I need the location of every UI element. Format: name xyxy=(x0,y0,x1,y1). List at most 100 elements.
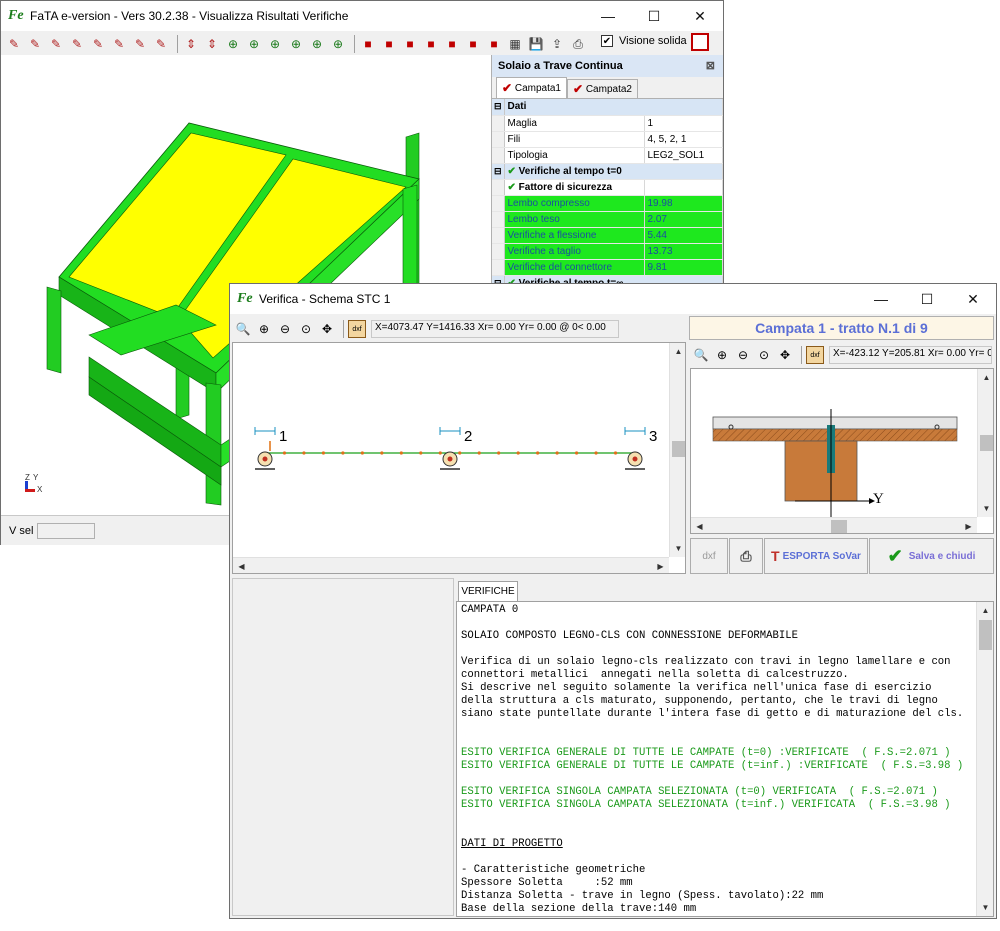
verify-window-title: Verifica - Schema STC 1 xyxy=(259,292,391,306)
pan-icon[interactable]: ✥ xyxy=(318,320,336,338)
property-row[interactable]: Verifiche a taglio 13.73 xyxy=(492,243,723,260)
select-beam-icon[interactable]: ✎ xyxy=(5,35,23,53)
minimize-icon[interactable]: — xyxy=(585,1,631,31)
property-row[interactable]: Fili 4, 5, 2, 1 xyxy=(492,131,723,148)
section-title-box: Campata 1 - tratto N.1 di 9 xyxy=(689,316,994,340)
view-left-icon[interactable]: ■ xyxy=(401,35,419,53)
zoom-in-icon[interactable]: ⊕ xyxy=(713,346,731,364)
support-2-icon xyxy=(439,427,461,470)
zoom-window-icon[interactable]: ⊕ xyxy=(224,35,242,53)
property-key: Verifiche del connettore xyxy=(504,259,645,276)
view-iso-icon[interactable]: ■ xyxy=(464,35,482,53)
select-node-icon[interactable]: ✎ xyxy=(47,35,65,53)
zoom-tool-icon[interactable]: ⊕ xyxy=(266,35,284,53)
zoom-window-icon[interactable]: 🔍 xyxy=(692,346,710,364)
select-foundation-icon[interactable]: ✎ xyxy=(152,35,170,53)
select-wall-icon[interactable]: ✎ xyxy=(131,35,149,53)
verify-title-bar[interactable]: Fe Verifica - Schema STC 1 — ☐ ✕ xyxy=(230,284,996,314)
check-icon: ✔ xyxy=(572,82,584,96)
select-slab-icon[interactable]: ✎ xyxy=(68,35,86,53)
zoom-out-icon[interactable]: ⊖ xyxy=(276,320,294,338)
zoom-window-icon[interactable]: 🔍 xyxy=(234,320,252,338)
maximize-icon[interactable]: ☐ xyxy=(631,1,677,31)
section-hscrollbar[interactable]: ◀ ▶ xyxy=(691,517,977,533)
zoom-in-icon[interactable]: ⊕ xyxy=(255,320,273,338)
zoom-in-icon[interactable]: ⊕ xyxy=(245,35,263,53)
beam-schema-drawing: 1 2 3 xyxy=(254,427,657,470)
select-load-icon[interactable]: ✎ xyxy=(110,35,128,53)
report-line xyxy=(461,773,989,786)
property-key: Lembo compresso xyxy=(504,195,645,212)
beam-node xyxy=(302,451,306,455)
close-icon[interactable]: ✕ xyxy=(677,1,723,31)
panel-close-icon[interactable]: ⊠ xyxy=(706,59,715,72)
property-value: LEG2_SOL1 xyxy=(644,147,723,164)
property-row[interactable]: Verifiche a flessione 5.44 xyxy=(492,227,723,244)
move-up-icon[interactable]: ⇕ xyxy=(182,35,200,53)
solid-view-checkbox[interactable]: ✔ Visione solida xyxy=(601,35,687,47)
property-row[interactable]: Tipologia LEG2_SOL1 xyxy=(492,147,723,164)
view-right-icon[interactable]: ■ xyxy=(422,35,440,53)
report-vscrollbar[interactable]: ▲ ▼ xyxy=(976,602,993,916)
section-vscrollbar[interactable]: ▲ ▼ xyxy=(977,369,993,517)
section-dati[interactable]: ⊟ Dati xyxy=(492,99,723,116)
export-sovar-button[interactable]: T ESPORTA SoVar xyxy=(764,538,868,574)
report-line: DATI DI PROGETTO xyxy=(461,838,563,850)
zoom-out-icon[interactable]: ⊖ xyxy=(734,346,752,364)
report-line xyxy=(461,734,989,747)
zoom-fit-icon[interactable]: ⊕ xyxy=(287,35,305,53)
save-close-button[interactable]: ✔ Salva e chiudi xyxy=(869,538,994,574)
report-line: Base della sezione della trave:140 mm xyxy=(461,903,697,915)
beam-node xyxy=(321,451,326,455)
property-row[interactable]: Verifiche del connettore 9.81 xyxy=(492,259,723,276)
zoom-fit-icon[interactable]: ⊙ xyxy=(755,346,773,364)
zoom-minus-icon[interactable]: ⊕ xyxy=(308,35,326,53)
report-tab[interactable]: VERIFICHE xyxy=(458,581,518,601)
select-pillar-icon[interactable]: ✎ xyxy=(26,35,44,53)
select-area-icon[interactable]: ✎ xyxy=(89,35,107,53)
property-row[interactable]: Maglia 1 xyxy=(492,115,723,132)
tab-campata2[interactable]: ✔ Campata2 xyxy=(566,79,638,98)
section-safety[interactable]: ✔ Fattore di sicurezza xyxy=(492,179,723,196)
export-dxf-icon[interactable]: ⇪ xyxy=(548,35,566,53)
main-title-bar[interactable]: Fe FaTA e-version - Vers 30.2.38 - Visua… xyxy=(1,1,723,31)
view-top-icon[interactable]: ■ xyxy=(443,35,461,53)
color-map-icon[interactable]: ▦ xyxy=(506,35,524,53)
zoom-fit-icon[interactable]: ⊙ xyxy=(297,320,315,338)
print-icon[interactable]: ⎙ xyxy=(569,35,587,53)
property-key: Verifiche a taglio xyxy=(504,243,645,260)
report-line: della struttura a cls maturato, supponen… xyxy=(461,695,938,707)
property-grid: ⊟ Dati Maglia 1 Fili 4, 5, 2, 1 Tipologia LEG2… xyxy=(492,99,723,292)
close-icon[interactable]: ✕ xyxy=(950,284,996,314)
report-textbox[interactable]: CAMPATA 0 SOLAIO COMPOSTO LEGNO-CLS CON … xyxy=(456,601,994,917)
schema-vscrollbar[interactable]: ▲ ▼ xyxy=(669,343,685,557)
property-row[interactable]: Lembo compresso 19.98 xyxy=(492,195,723,212)
beam-node xyxy=(516,451,520,455)
property-row[interactable]: Lembo teso 2.07 xyxy=(492,211,723,228)
save-icon[interactable]: 💾 xyxy=(527,35,545,53)
axis-triad-icon: Z Y X xyxy=(25,473,43,494)
pan-icon[interactable]: ✥ xyxy=(776,346,794,364)
tab-campata1[interactable]: ✔ Campata1 xyxy=(496,77,567,98)
print-button[interactable]: ⎙ xyxy=(729,538,763,574)
schema-canvas[interactable]: 1 2 3 ▲ ▼ ◀ ▶ xyxy=(232,342,686,574)
panel-tabs: ✔ Campata1 ✔ Campata2 xyxy=(492,77,723,99)
view-back-icon[interactable]: ■ xyxy=(380,35,398,53)
section-t0[interactable]: ⊟ ✔ Verifiche al tempo t=0 xyxy=(492,163,723,180)
schema-hscrollbar[interactable]: ◀ ▶ xyxy=(233,557,669,573)
dxf-button[interactable]: dxf xyxy=(690,538,728,574)
property-value: 1 xyxy=(644,115,723,132)
view-persp-icon[interactable]: ■ xyxy=(485,35,503,53)
zoom-prev-icon[interactable]: ⊕ xyxy=(329,35,347,53)
checkbox-box[interactable]: ✔ xyxy=(601,35,613,47)
maximize-icon[interactable]: ☐ xyxy=(904,284,950,314)
print-layout-icon[interactable] xyxy=(691,33,709,51)
export-dxf-icon[interactable]: dxf xyxy=(806,346,824,364)
support-label: 3 xyxy=(649,428,657,445)
beam-node xyxy=(438,451,442,455)
section-canvas[interactable]: Y ▲ ▼ ◀ ▶ xyxy=(690,368,994,534)
view-front-icon[interactable]: ■ xyxy=(359,35,377,53)
move-down-icon[interactable]: ⇕ xyxy=(203,35,221,53)
export-dxf-icon[interactable]: dxf xyxy=(348,320,366,338)
minimize-icon[interactable]: — xyxy=(858,284,904,314)
